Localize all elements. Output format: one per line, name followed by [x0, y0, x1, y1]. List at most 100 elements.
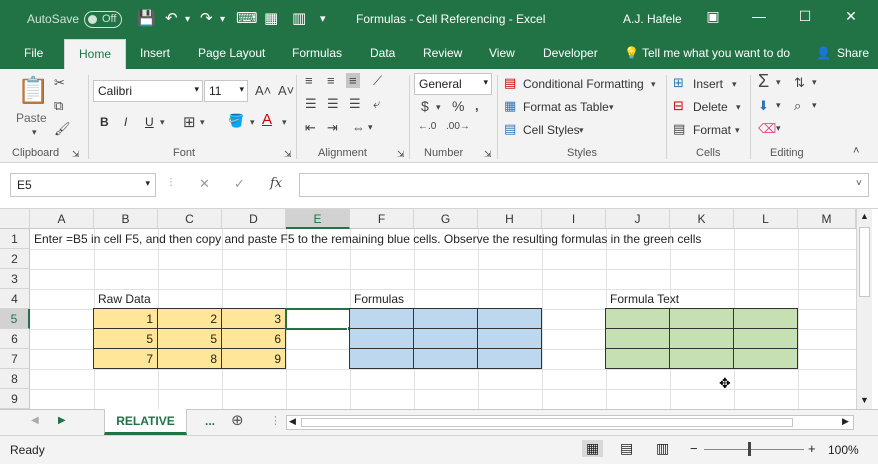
- redo-dropdown-icon[interactable]: ▾: [220, 14, 225, 25]
- currency-dropdown-icon[interactable]: ▾: [436, 102, 441, 113]
- column-header[interactable]: H: [478, 209, 542, 229]
- increase-decimal-icon[interactable]: ←.0: [418, 121, 436, 132]
- raw-data-cell[interactable]: 3: [221, 308, 286, 329]
- tell-me-search[interactable]: Tell me what you want to do: [642, 46, 790, 60]
- borders-icon[interactable]: ⊞: [183, 113, 196, 131]
- orientation-icon[interactable]: ⟋: [373, 73, 382, 89]
- ribbon-display-icon[interactable]: ▣: [703, 8, 723, 25]
- column-header[interactable]: M: [798, 209, 856, 229]
- formula-cell[interactable]: [349, 308, 414, 329]
- horizontal-scrollbar[interactable]: ◀ ▶: [286, 415, 854, 430]
- row-header[interactable]: 4: [0, 289, 30, 309]
- undo-dropdown-icon[interactable]: ▾: [185, 14, 190, 25]
- prev-sheet-icon[interactable]: ◀: [31, 415, 39, 426]
- chevron-down-icon[interactable]: ▾: [609, 102, 614, 113]
- fill-dropdown-icon[interactable]: ▾: [250, 117, 255, 128]
- autosum-dropdown-icon[interactable]: ▾: [776, 77, 781, 88]
- worksheet-grid[interactable]: A B C D E F G H I J K L M 1 2 3 4 5 6 7 …: [0, 209, 878, 409]
- column-header[interactable]: D: [222, 209, 286, 229]
- scroll-thumb[interactable]: [301, 418, 793, 427]
- insert-button[interactable]: Insert: [693, 77, 723, 91]
- scroll-up-icon[interactable]: ▲: [860, 211, 869, 221]
- delete-button[interactable]: Delete: [693, 100, 728, 114]
- italic-button[interactable]: I: [124, 115, 127, 129]
- zoom-slider-thumb[interactable]: [748, 442, 751, 456]
- paste-dropdown-icon[interactable]: ▾: [32, 127, 37, 138]
- raw-data-cell[interactable]: 7: [93, 348, 158, 369]
- raw-data-cell[interactable]: 8: [157, 348, 222, 369]
- autosave-toggle[interactable]: Off: [84, 11, 122, 28]
- column-header[interactable]: I: [542, 209, 606, 229]
- autosum-icon[interactable]: Σ: [758, 71, 769, 92]
- bold-button[interactable]: B: [100, 115, 109, 129]
- row-header-selected[interactable]: 5: [0, 309, 30, 329]
- formula-text-label[interactable]: Formula Text: [606, 289, 683, 309]
- expand-formula-bar-icon[interactable]: ˅: [856, 178, 862, 189]
- shrink-font-icon[interactable]: A˅: [278, 83, 294, 98]
- format-table-icon[interactable]: ▦: [504, 98, 516, 114]
- cancel-entry-icon[interactable]: ✕: [199, 176, 210, 192]
- share-button[interactable]: Share: [837, 46, 869, 60]
- save-icon[interactable]: 💾: [137, 9, 156, 27]
- chevron-down-icon[interactable]: ▾: [579, 125, 584, 136]
- instruction-cell[interactable]: Enter =B5 in cell F5, and then copy and …: [30, 229, 705, 249]
- formula-cell[interactable]: [413, 308, 478, 329]
- select-all-corner[interactable]: [0, 209, 30, 229]
- undo-icon[interactable]: ↶: [165, 9, 178, 27]
- tab-home[interactable]: Home: [64, 39, 127, 69]
- formula-cell[interactable]: [477, 308, 542, 329]
- raw-data-cell[interactable]: 6: [221, 328, 286, 349]
- formula-cell[interactable]: [413, 348, 478, 369]
- insert-cells-icon[interactable]: ⊞: [673, 75, 684, 91]
- chevron-down-icon[interactable]: ▾: [735, 125, 740, 136]
- formula-text-cell[interactable]: [605, 348, 670, 369]
- clear-icon[interactable]: ⌫: [758, 121, 776, 137]
- currency-icon[interactable]: $: [421, 98, 429, 114]
- zoom-out-icon[interactable]: −: [690, 441, 698, 456]
- format-painter-qa-icon[interactable]: ⌨: [236, 9, 258, 27]
- tab-split-grip-icon[interactable]: ⋮: [270, 414, 281, 427]
- formula-cell[interactable]: [477, 328, 542, 349]
- table-qa-icon[interactable]: ▦: [264, 9, 278, 27]
- raw-data-cell[interactable]: 9: [221, 348, 286, 369]
- decrease-decimal-icon[interactable]: .00→: [446, 121, 470, 132]
- format-cells-icon[interactable]: ▤: [673, 121, 685, 137]
- minimize-icon[interactable]: —: [749, 8, 769, 24]
- add-sheet-icon[interactable]: ⊕: [231, 411, 244, 429]
- formula-text-cell[interactable]: [669, 348, 734, 369]
- redo-icon[interactable]: ↷: [200, 9, 213, 27]
- tab-insert[interactable]: Insert: [140, 46, 170, 60]
- next-sheet-icon[interactable]: ▶: [58, 415, 66, 426]
- alignment-launcher-icon[interactable]: ⇲: [397, 149, 405, 160]
- user-name[interactable]: A.J. Hafele: [623, 12, 682, 26]
- cell-styles-button[interactable]: Cell Styles: [523, 123, 580, 137]
- formula-text-cell[interactable]: [733, 328, 798, 349]
- copy-icon[interactable]: ⧉: [54, 98, 63, 114]
- fill-icon[interactable]: ⬇: [758, 98, 769, 114]
- tab-data[interactable]: Data: [370, 46, 395, 60]
- confirm-entry-icon[interactable]: ✓: [234, 176, 245, 192]
- formulas-label[interactable]: Formulas: [350, 289, 408, 309]
- column-header[interactable]: K: [670, 209, 734, 229]
- clipboard-icon[interactable]: 📋: [17, 75, 49, 106]
- scroll-down-icon[interactable]: ▼: [860, 395, 869, 405]
- merge-dropdown-icon[interactable]: ▾: [368, 122, 373, 133]
- fill-color-icon[interactable]: 🪣: [228, 113, 244, 129]
- tab-review[interactable]: Review: [423, 46, 462, 60]
- format-button[interactable]: Format: [693, 123, 731, 137]
- cut-icon[interactable]: ✂: [54, 75, 65, 91]
- chevron-down-icon[interactable]: ▾: [651, 79, 656, 90]
- sort-filter-icon[interactable]: ⇅: [794, 75, 805, 91]
- row-header[interactable]: 7: [0, 349, 30, 369]
- find-dropdown-icon[interactable]: ▾: [812, 100, 817, 111]
- format-painter-icon[interactable]: 🖌: [54, 121, 71, 137]
- insert-function-icon[interactable]: fx: [270, 176, 282, 191]
- column-header[interactable]: F: [350, 209, 414, 229]
- decrease-indent-icon[interactable]: ⇤: [305, 120, 316, 136]
- tab-page-layout[interactable]: Page Layout: [198, 46, 265, 60]
- underline-button[interactable]: U: [145, 115, 154, 129]
- more-sheets[interactable]: ...: [205, 414, 215, 428]
- normal-view-icon[interactable]: ▦: [582, 440, 604, 457]
- tab-developer[interactable]: Developer: [543, 46, 598, 60]
- format-as-table-button[interactable]: Format as Table: [523, 100, 609, 114]
